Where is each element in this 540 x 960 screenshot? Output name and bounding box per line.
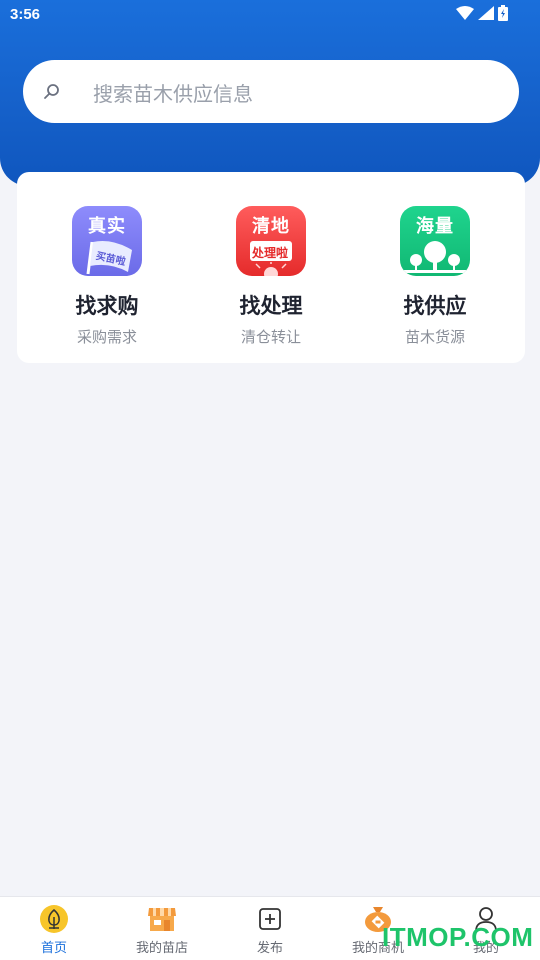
signal-icon <box>478 6 494 20</box>
category-title: 找处理 <box>239 294 303 318</box>
home-tree-icon <box>40 905 68 933</box>
category-subtitle: 苗木货源 <box>404 328 465 346</box>
tab-publish[interactable]: 发布 <box>216 905 324 956</box>
tab-home[interactable]: 首页 <box>0 905 108 956</box>
category-supply[interactable]: 海量 找供应 苗木货源 <box>380 206 490 347</box>
wifi-icon <box>456 6 474 20</box>
category-clearance[interactable]: 清地 处理啦 找处理 清仓转让 <box>216 206 326 347</box>
watermark: ITMOP.COM <box>382 922 534 952</box>
status-icons <box>456 5 508 21</box>
category-title: 找供应 <box>403 294 467 318</box>
plus-square-icon <box>259 908 281 930</box>
status-time: 3:56 <box>10 6 41 23</box>
status-bar: 3:56 <box>0 0 540 32</box>
battery-icon <box>498 5 508 21</box>
tab-label: 我的苗店 <box>135 941 188 956</box>
tab-my-store[interactable]: 我的苗店 <box>108 905 216 956</box>
tab-label: 发布 <box>256 941 283 956</box>
category-title: 找求购 <box>75 294 139 318</box>
search-icon <box>44 84 59 99</box>
category-purchase[interactable]: 真实 买苗啦 找求购 采购需求 <box>52 206 162 347</box>
tile-flag-text: 处理啦 <box>252 246 289 260</box>
category-subtitle: 采购需求 <box>76 328 137 346</box>
sun-icon: 清地 处理啦 <box>236 206 306 276</box>
store-icon <box>148 908 176 931</box>
search-placeholder: 搜索苗木供应信息 <box>93 82 253 106</box>
flag-icon: 真实 买苗啦 <box>72 206 142 276</box>
trees-icon: 海量 <box>400 206 470 276</box>
tab-label: 首页 <box>40 941 67 956</box>
category-subtitle: 清仓转让 <box>240 328 301 346</box>
search-bar[interactable]: 搜索苗木供应信息 <box>23 60 519 123</box>
category-card: 真实 买苗啦 找求购 采购需求 清地 处理啦 找处理 清仓转让 海量 找供应 苗… <box>17 172 525 363</box>
